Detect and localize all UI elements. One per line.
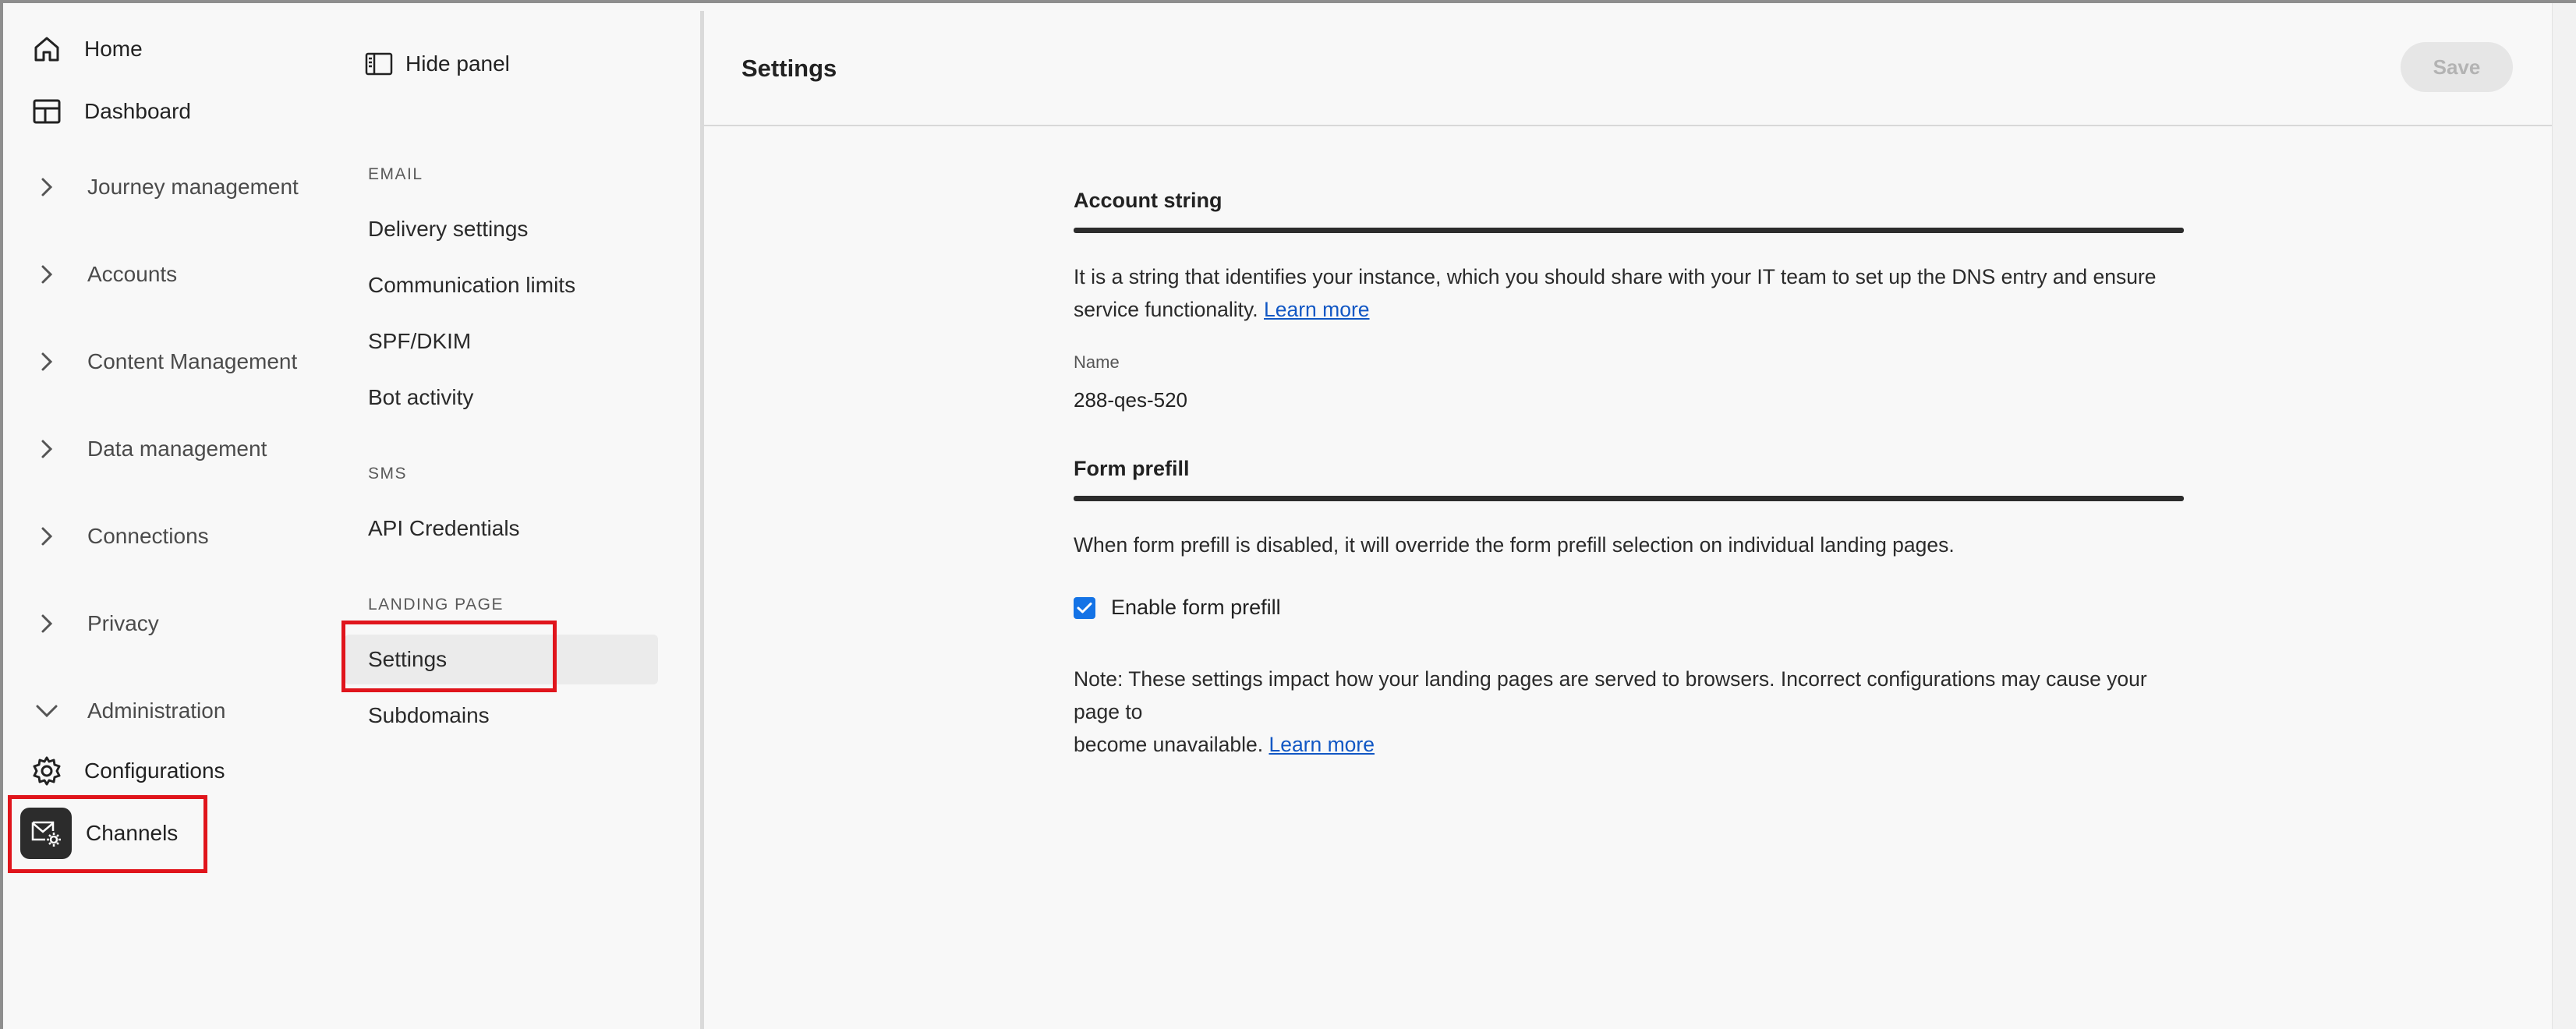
note-line-2: become unavailable. — [1074, 733, 1264, 756]
nav-section-label: Administration — [87, 698, 226, 723]
enable-form-prefill-label: Enable form prefill — [1111, 596, 1281, 619]
name-field-value: 288-qes-520 — [1074, 388, 1187, 412]
account-learn-more-link[interactable]: Learn more — [1264, 298, 1370, 321]
main-content: Settings Save Account string It is a str… — [704, 3, 2576, 1029]
form-prefill-description: When form prefill is disabled, it will o… — [1074, 533, 1955, 557]
note-learn-more-link[interactable]: Learn more — [1269, 733, 1375, 756]
panel-item-spf-dkim[interactable]: SPF/DKIM — [368, 318, 471, 365]
chevron-right-icon — [33, 435, 61, 463]
nav-dashboard[interactable]: Dashboard — [30, 89, 191, 134]
form-prefill-heading: Form prefill — [1074, 457, 1190, 480]
description-line-1: It is a string that identifies your inst… — [1074, 265, 2157, 288]
panel-heading-sms: SMS — [368, 465, 408, 483]
header-divider — [704, 125, 2552, 126]
panel-heading-email: EMAIL — [368, 165, 423, 183]
nav-section-label: Journey management — [87, 175, 299, 199]
nav-section-label: Data management — [87, 437, 267, 461]
settings-highlight-box — [341, 621, 557, 692]
chevron-right-icon — [33, 260, 61, 288]
nav-section-label: Content Management — [87, 349, 298, 373]
chevron-right-icon — [33, 610, 61, 638]
nav-home[interactable]: Home — [30, 27, 143, 72]
panel-item-bot-activity[interactable]: Bot activity — [368, 374, 473, 421]
page-title: Settings — [741, 55, 837, 82]
secondary-panel: Hide panel EMAIL Delivery settings Commu… — [334, 3, 700, 1029]
panel-item-api-credentials[interactable]: API Credentials — [368, 505, 520, 552]
panel-heading-landing-page: LANDING PAGE — [368, 596, 504, 614]
nav-configurations[interactable]: Configurations — [30, 748, 225, 794]
channels-highlight-box — [8, 795, 207, 873]
hide-panel-button[interactable]: Hide panel — [363, 42, 510, 86]
dashboard-icon — [30, 94, 64, 129]
scrollbar-track[interactable] — [2552, 3, 2576, 1029]
form-prefill-note: Note: These settings impact how your lan… — [1074, 663, 2184, 761]
panel-item-subdomains[interactable]: Subdomains — [368, 692, 490, 739]
checkbox-checked-icon[interactable] — [1074, 596, 1095, 619]
section-rule — [1074, 496, 2184, 501]
nav-section-label: Accounts — [87, 262, 178, 286]
panel-toggle-icon — [363, 48, 395, 80]
nav-section-label: Connections — [87, 524, 209, 548]
name-field-label: Name — [1074, 352, 1120, 372]
note-line-1: Note: These settings impact how your lan… — [1074, 667, 2147, 723]
panel-item-delivery-settings[interactable]: Delivery settings — [368, 206, 528, 253]
account-string-description: It is a string that identifies your inst… — [1074, 260, 2184, 326]
enable-form-prefill-checkbox[interactable]: Enable form prefill — [1074, 596, 1281, 620]
chevron-right-icon — [33, 348, 61, 376]
nav-section-administration[interactable]: Administration — [33, 688, 225, 734]
nav-section-label: Privacy — [87, 611, 159, 635]
nav-dashboard-label: Dashboard — [84, 99, 191, 123]
chevron-right-icon — [33, 173, 61, 201]
nav-section-accounts[interactable]: Accounts — [33, 251, 177, 298]
nav-configurations-label: Configurations — [84, 758, 225, 783]
save-button[interactable]: Save — [2401, 42, 2513, 92]
chevron-down-icon — [33, 697, 61, 725]
description-line-2: service functionality. — [1074, 298, 1258, 321]
nav-section-journey-management[interactable]: Journey management — [33, 164, 299, 210]
account-string-heading: Account string — [1074, 189, 1223, 212]
left-nav: Home Dashboard Journey management Accoun… — [3, 3, 331, 1029]
panel-item-communication-limits[interactable]: Communication limits — [368, 262, 575, 309]
section-rule — [1074, 228, 2184, 233]
chevron-right-icon — [33, 522, 61, 550]
nav-section-data-management[interactable]: Data management — [33, 426, 267, 472]
nav-section-content-management[interactable]: Content Management — [33, 338, 297, 385]
nav-home-label: Home — [84, 37, 143, 61]
nav-section-privacy[interactable]: Privacy — [33, 600, 159, 647]
home-icon — [30, 32, 64, 66]
hide-panel-label: Hide panel — [405, 51, 510, 76]
nav-section-connections[interactable]: Connections — [33, 513, 209, 560]
gear-icon — [30, 754, 64, 788]
